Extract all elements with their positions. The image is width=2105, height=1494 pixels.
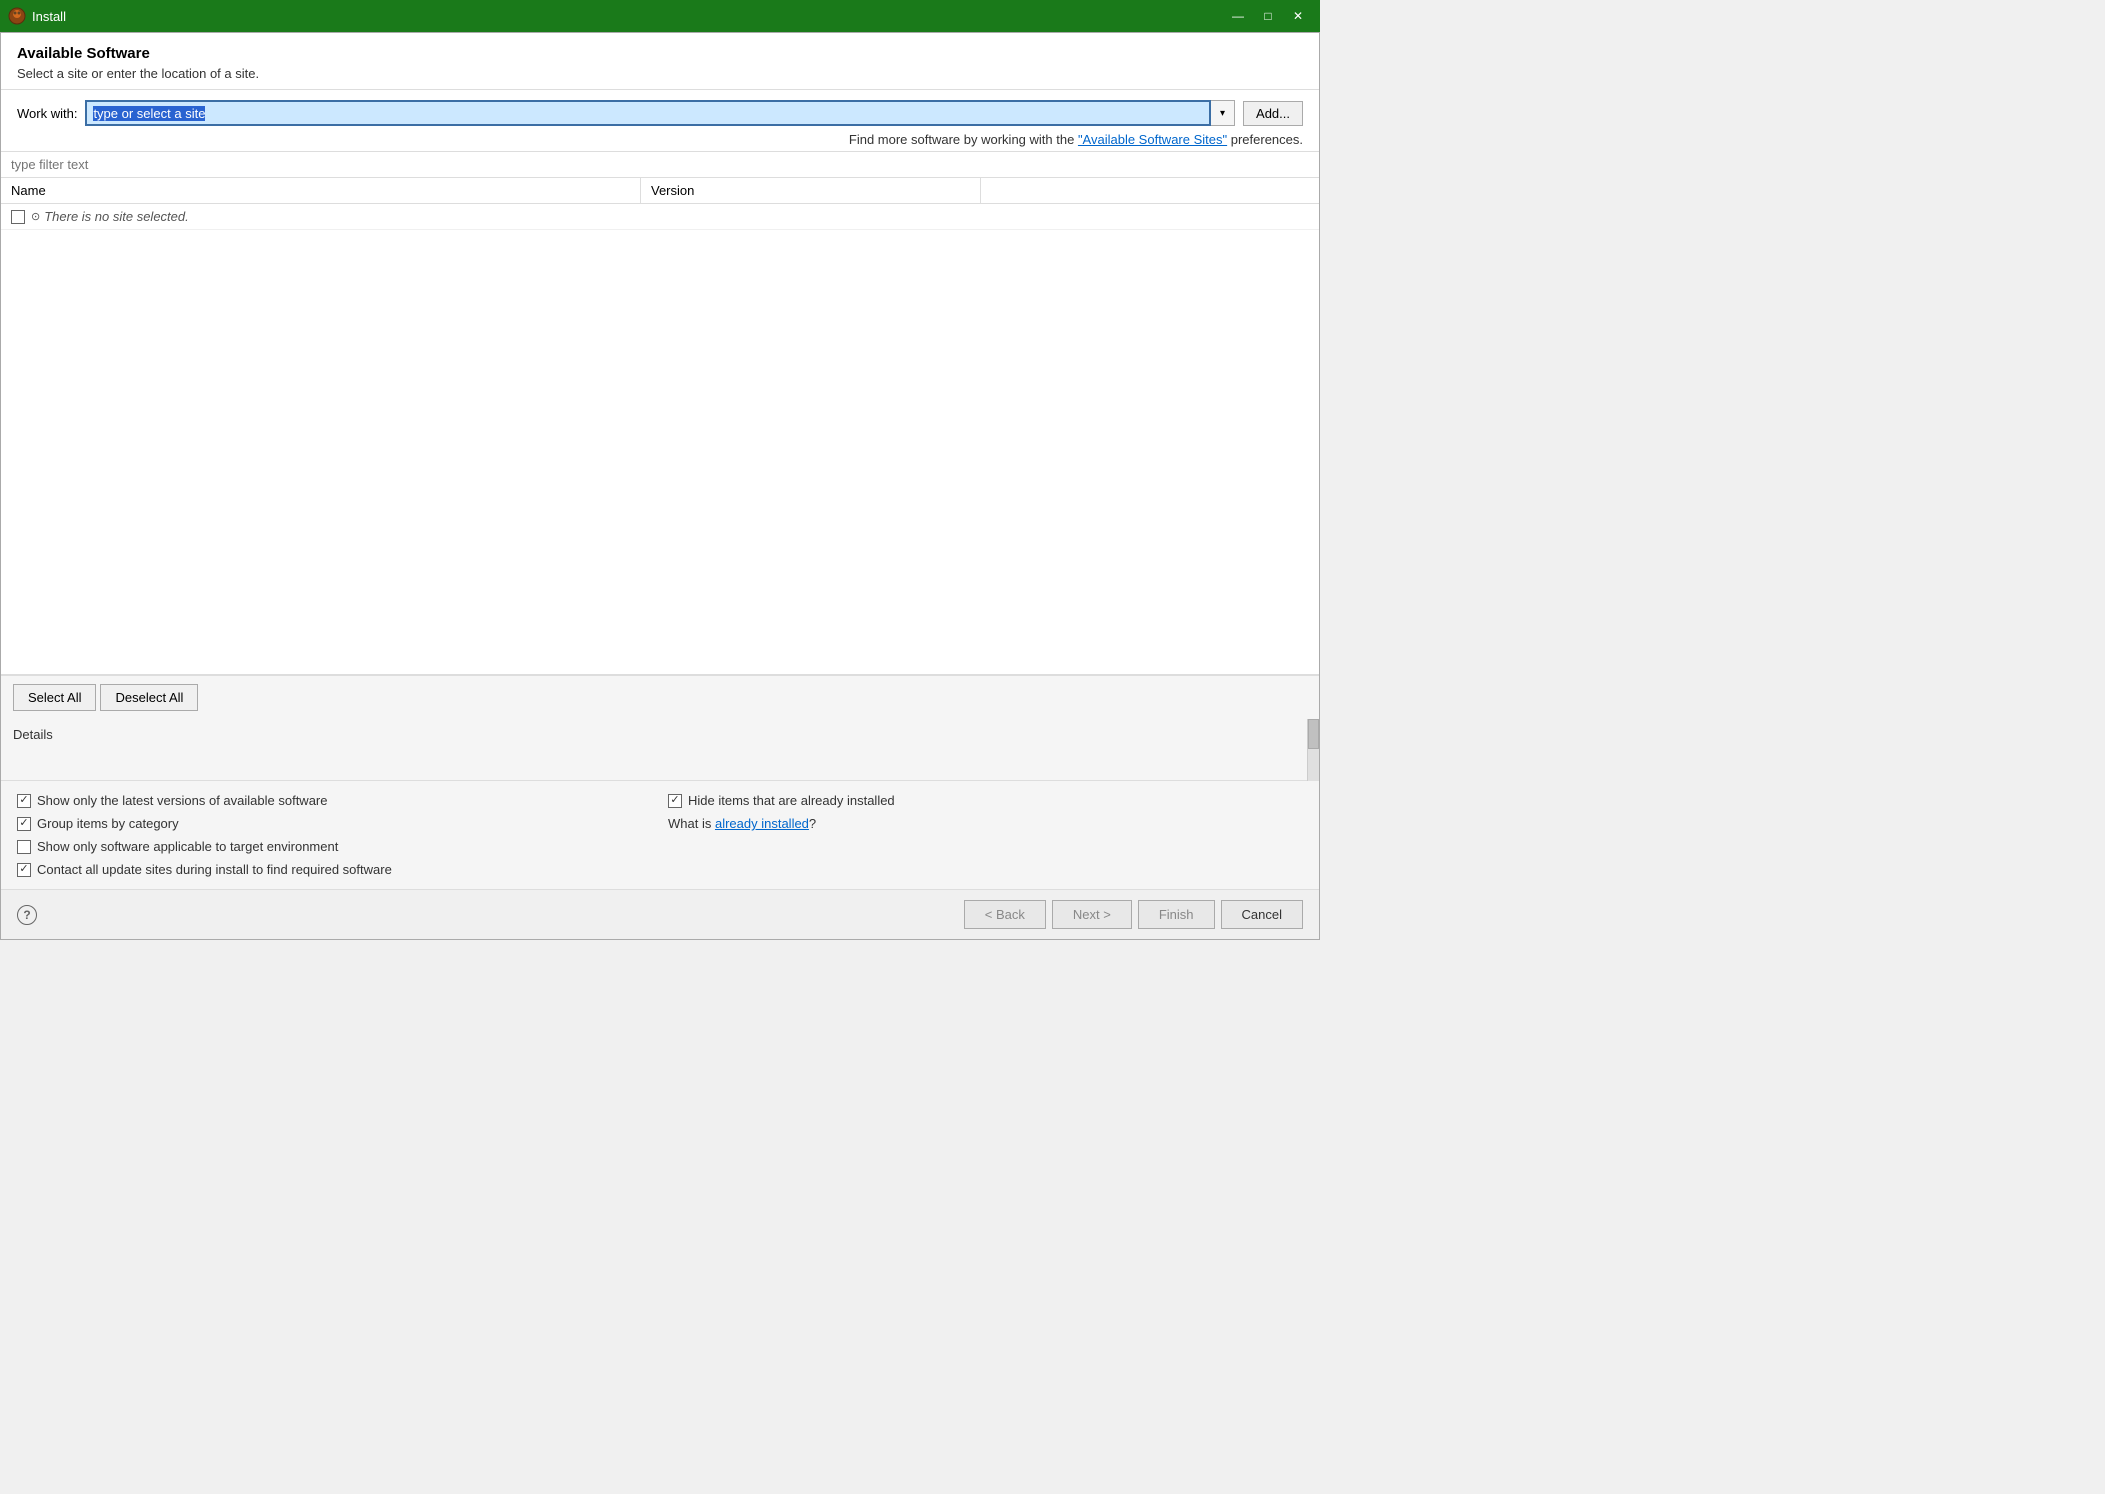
details-content: [13, 746, 1307, 776]
option-row-3: Show only software applicable to target …: [17, 839, 652, 854]
select-all-button[interactable]: Select All: [13, 684, 96, 711]
details-label: Details: [13, 727, 1307, 742]
back-button[interactable]: < Back: [964, 900, 1046, 929]
help-button[interactable]: ?: [17, 905, 37, 925]
option-row-1: Show only the latest versions of availab…: [17, 793, 652, 808]
filter-section: [1, 151, 1319, 178]
show-applicable-checkbox[interactable]: [17, 840, 31, 854]
footer-left: ?: [17, 905, 37, 925]
column-extra: [981, 178, 1319, 203]
details-scrollbar[interactable]: [1307, 719, 1319, 781]
table-header: Name Version: [1, 178, 1319, 204]
header-section: Available Software Select a site or ente…: [1, 33, 1319, 90]
column-name: Name: [1, 178, 641, 203]
contact-all-sites-checkbox[interactable]: [17, 863, 31, 877]
window-title: Install: [32, 9, 66, 24]
find-more-suffix: preferences.: [1227, 132, 1303, 147]
show-applicable-label: Show only software applicable to target …: [37, 839, 338, 854]
table-row: ⊙ There is no site selected.: [1, 204, 1319, 230]
add-button[interactable]: Add...: [1243, 101, 1303, 126]
close-button[interactable]: ✕: [1284, 5, 1312, 27]
deselect-all-button[interactable]: Deselect All: [100, 684, 198, 711]
find-more-text: Find more software by working with the: [849, 132, 1078, 147]
show-latest-label: Show only the latest versions of availab…: [37, 793, 328, 808]
cancel-button[interactable]: Cancel: [1221, 900, 1303, 929]
item-icon: ⊙: [31, 210, 40, 223]
app-icon: [8, 7, 26, 25]
software-table: ⊙ There is no site selected.: [1, 204, 1319, 674]
option-row-5: Hide items that are already installed: [668, 793, 1303, 808]
options-left: Show only the latest versions of availab…: [17, 793, 652, 877]
footer-right: < Back Next > Finish Cancel: [964, 900, 1303, 929]
filter-input[interactable]: [1, 152, 1319, 177]
page-subtitle: Select a site or enter the location of a…: [17, 66, 1303, 81]
show-latest-checkbox[interactable]: [17, 794, 31, 808]
finish-button[interactable]: Finish: [1138, 900, 1215, 929]
details-section: Details: [1, 719, 1319, 781]
maximize-button[interactable]: □: [1254, 5, 1282, 27]
work-with-section: Work with: ▾ Add... Find more software b…: [1, 90, 1319, 151]
details-scroll-area: Details: [1, 719, 1319, 781]
details-scrollbar-thumb[interactable]: [1308, 719, 1319, 749]
next-button[interactable]: Next >: [1052, 900, 1132, 929]
option-row-6: What is already installed?: [668, 816, 1303, 831]
footer: ? < Back Next > Finish Cancel: [1, 889, 1319, 939]
group-by-category-checkbox[interactable]: [17, 817, 31, 831]
already-installed-link[interactable]: already installed: [715, 816, 809, 831]
main-window: Available Software Select a site or ente…: [0, 32, 1320, 940]
title-bar-left: Install: [8, 7, 66, 25]
group-by-category-label: Group items by category: [37, 816, 179, 831]
work-with-row: Work with: ▾ Add...: [17, 100, 1303, 126]
option-row-4: Contact all update sites during install …: [17, 862, 652, 877]
no-site-message: There is no site selected.: [44, 209, 189, 224]
hide-installed-checkbox[interactable]: [668, 794, 682, 808]
column-version: Version: [641, 178, 981, 203]
what-is-label: What is already installed?: [668, 816, 816, 831]
options-section: Show only the latest versions of availab…: [1, 781, 1319, 889]
site-input-wrapper: ▾: [85, 100, 1235, 126]
select-buttons-row: Select All Deselect All: [1, 675, 1319, 719]
minimize-button[interactable]: —: [1224, 5, 1252, 27]
title-bar-controls: — □ ✕: [1224, 5, 1312, 27]
item-checkbox[interactable]: [11, 210, 25, 224]
table-area: Name Version ⊙ There is no site selected…: [1, 178, 1319, 675]
contact-all-sites-label: Contact all update sites during install …: [37, 862, 392, 877]
page-title: Available Software: [17, 45, 1303, 62]
find-more-row: Find more software by working with the "…: [17, 132, 1303, 147]
title-bar: Install — □ ✕: [0, 0, 1320, 32]
available-software-sites-link[interactable]: "Available Software Sites": [1078, 132, 1227, 147]
site-dropdown-button[interactable]: ▾: [1211, 100, 1235, 126]
site-input[interactable]: [85, 100, 1211, 126]
option-row-2: Group items by category: [17, 816, 652, 831]
hide-installed-label: Hide items that are already installed: [688, 793, 895, 808]
work-with-label: Work with:: [17, 106, 77, 121]
options-right: Hide items that are already installed Wh…: [652, 793, 1303, 877]
